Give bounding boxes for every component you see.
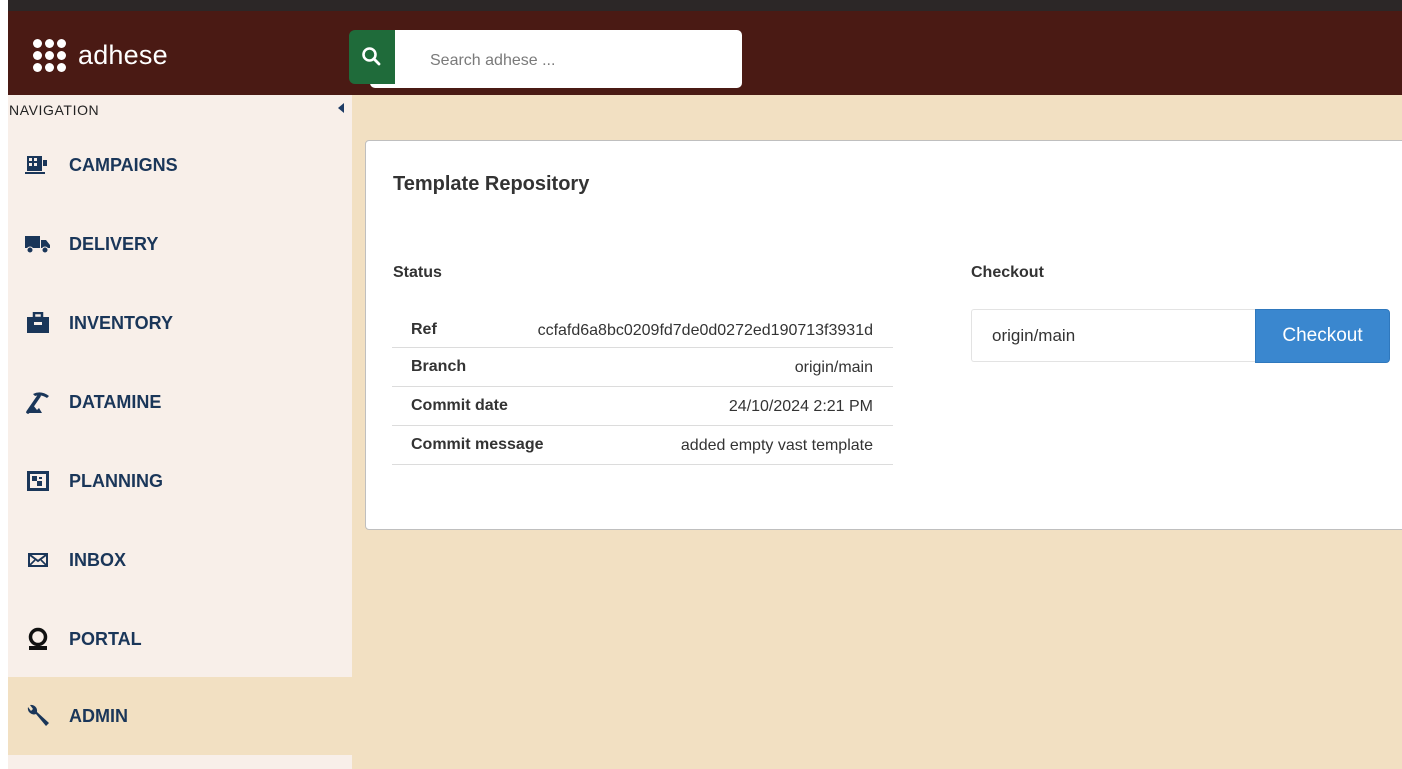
logo-text: adhese [78,39,168,70]
status-value: ccfafd6a8bc0209fd7de0d0272ed190713f3931d [537,322,873,339]
window-edge [0,0,8,769]
sidebar-item-datamine[interactable]: DATAMINE [8,363,352,441]
campaigns-icon [23,152,53,178]
search-input[interactable] [430,50,730,72]
sidebar-item-inbox[interactable]: INBOX [8,521,352,599]
portal-icon [23,626,53,652]
navigation-header-label: NAVIGATION [9,102,100,118]
search-box [370,30,742,88]
status-row-ref: Ref ccfafd6a8bc0209fd7de0d0272ed190713f3… [392,312,893,348]
sidebar-item-label: PORTAL [69,628,142,649]
checkout-heading: Checkout [971,264,1044,281]
planning-icon [23,468,53,494]
sidebar-item-portal[interactable]: PORTAL [8,600,352,678]
search-button[interactable] [349,30,395,84]
page-title: Template Repository [393,173,590,195]
status-row-commit-date: Commit date 24/10/2024 2:21 PM [392,387,893,426]
truck-icon [23,231,53,257]
sidebar-item-delivery[interactable]: DELIVERY [8,205,352,283]
sidebar-item-label: ADMIN [69,705,128,726]
collapse-sidebar-icon[interactable] [338,103,344,113]
sidebar-item-label: PLANNING [69,470,163,491]
status-heading: Status [393,264,442,281]
sidebar-item-label: INVENTORY [69,312,174,333]
sidebar: NAVIGATION CAMPAIGNS DELIVERY INVENTORY … [8,95,352,769]
sidebar-item-campaigns[interactable]: CAMPAIGNS [8,126,352,204]
sidebar-item-label: DATAMINE [69,391,162,412]
sidebar-item-label: CAMPAIGNS [69,154,178,175]
briefcase-icon [23,310,53,336]
status-row-commit-message: Commit message added empty vast template [392,426,893,465]
status-key: Branch [411,358,467,375]
sidebar-item-inventory[interactable]: INVENTORY [8,284,352,362]
checkout-branch-input[interactable] [971,309,1256,362]
adhese-logo[interactable]: adhese [32,35,168,75]
status-key: Commit date [411,397,508,414]
search-bar [349,30,742,88]
status-value: added empty vast template [680,437,873,454]
window-top-border [8,0,1402,11]
sidebar-item-admin[interactable]: ADMIN [8,677,352,755]
navigation-header: NAVIGATION [8,95,352,125]
status-key: Ref [411,321,437,338]
sidebar-item-label: DELIVERY [69,233,159,254]
envelope-icon [23,547,53,573]
sidebar-item-label: INBOX [69,549,127,570]
pickaxe-icon [23,389,53,415]
template-repository-panel: Template Repository Status Ref ccfafd6a8… [365,140,1402,530]
sidebar-item-planning[interactable]: PLANNING [8,442,352,520]
status-row-branch: Branch origin/main [392,348,893,387]
status-table: Ref ccfafd6a8bc0209fd7de0d0272ed190713f3… [392,312,893,465]
status-key: Commit message [411,436,544,453]
wrench-icon [23,703,53,729]
status-value: origin/main [794,359,873,376]
checkout-button[interactable]: Checkout [1255,309,1390,363]
adhese-logo-icon [32,38,67,72]
status-value: 24/10/2024 2:21 PM [728,398,873,415]
search-icon [362,47,381,66]
